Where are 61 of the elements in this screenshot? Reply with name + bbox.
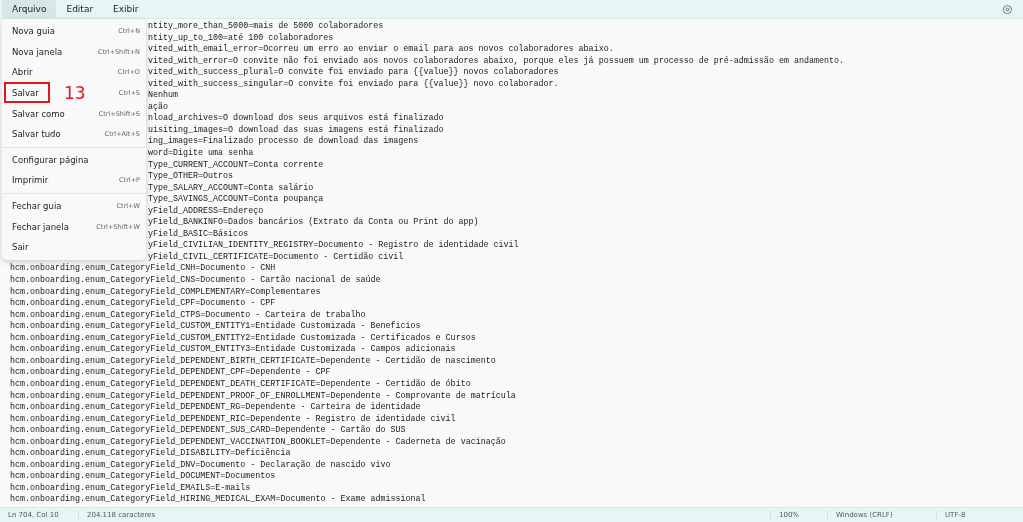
menu-item-label: Salvar (12, 88, 39, 99)
code-line: hcm.onboarding.enum_CategoryField_DEPENDENT_BIRTH_CERTIFICATE=Dependente - Certidão de nascimento (10, 355, 496, 366)
code-line: nload_archives=O download dos seus arquivos está finalizado (148, 113, 444, 124)
code-line: hcm.onboarding.enum_CategoryField_DOCUMENT=Documentos (10, 471, 276, 482)
code-line: Type_CURRENT_ACCOUNT=Conta corrente (148, 159, 324, 170)
code-line: vited_with_email_error=Ocorreu um erro ao enviar o email para aos novos colaboradores abaixo. (148, 44, 614, 55)
code-line: hcm.onboarding.enum_CategoryField_DEPENDENT_RIC=Dependente - Registro de identidade civil (10, 413, 456, 424)
code-line: ntity_more_than_5000=mais de 5000 colaboradores (148, 21, 384, 31)
code-line: hcm.onboarding.enum_CategoryField_DEPENDENT_DEATH_CERTIFICATE=Dependente - Certidão de óbito (10, 378, 471, 389)
code-line: vited_with_error=O convite não foi enviado aos novos colaboradores abaixo, porque eles já possuem um processo de pré-admissão em andamento. (148, 55, 844, 66)
code-line: hcm.onboarding.enum_CategoryField_DEPENDENT_SUS_CARD=Dependente - Cartão do SUS (10, 425, 406, 436)
code-line: hcm.onboarding.enum_CategoryField_CNS=Documento - Cartão nacional de saúde (10, 275, 381, 286)
code-line: yField_CIVIL_CERTIFICATE=Documento - Certidão civil (148, 251, 404, 262)
menu-tab[interactable]: Exibir (103, 0, 149, 18)
code-line: hcm.onboarding.enum_CategoryField_DISABILITY=Deficiência (10, 448, 291, 459)
code-line: yField_BANKINFO=Dados bancários (Extrato da Conta ou Print do app) (148, 217, 479, 228)
menu-item-label: Fechar janela (12, 221, 69, 232)
menu-item-label: Imprimir (12, 175, 49, 186)
code-line: hcm.onboarding.enum_CategoryField_CUSTOM_ENTITY2=Entidade Customizada - Certificados e Cursos (10, 332, 476, 343)
settings-icon[interactable] (1002, 3, 1013, 15)
code-line: ntity_up_to_100=até 100 colaboradores (148, 32, 334, 43)
code-line: yField_BASIC=Básicos (148, 228, 249, 239)
code-line: hcm.onboarding.enum_CategoryField_CUSTOM_ENTITY3=Entidade Customizada - Campos adicionais (10, 344, 456, 355)
code-line: yField_CIVILIAN_IDENTITY_REGISTRY=Documento - Registro de identidade civil (148, 240, 519, 251)
menu-item-label: Fechar guia (12, 201, 62, 212)
menu-item-label: Abrir (12, 67, 33, 78)
code-line: hcm.onboarding.enum_CategoryField_DNV=Documento - Declaração de nascido vivo (10, 459, 391, 470)
code-line: vited_with_success_plural=O convite foi enviado para {{value}} novos colaboradores (148, 67, 559, 78)
menu-item-label: Salvar tudo (12, 129, 61, 140)
code-line: hcm.onboarding.enum_CategoryField_DEPENDENT_CPF=Dependente - CPF (10, 367, 331, 378)
code-line: hcm.onboarding.enum_CategoryField_HIRING_MEDICAL_EXAM=Documento - Exame admissional (10, 494, 426, 505)
code-line: Type_SALARY_ACCOUNT=Conta salário (148, 182, 314, 193)
code-line: hcm.onboarding.enum_CategoryField_EMAILS=E-mails (10, 482, 251, 493)
code-line: Nenhum (148, 90, 179, 101)
code-line: hcm.onboarding.enum_CategoryField_COMPLEMENTARY=Complementares (10, 286, 321, 297)
code-line: hcm.onboarding.enum_CategoryField_CUSTOM_ENTITY1=Entidade Customizada - Beneficios (10, 321, 421, 332)
code-line: hcm.onboarding.enum_CategoryField_CTPS=Documento - Carteira de trabalho (10, 309, 366, 320)
code-line: hcm.onboarding.enum_CategoryField_CPF=Documento - CPF (10, 298, 276, 309)
code-line: vited_with_success_singular=O convite foi enviado para {{value}} novo colaborador. (148, 78, 559, 89)
code-line: Type_SAVINGS_ACCOUNT=Conta poupança (148, 194, 324, 205)
menu-item-label: Configurar página (12, 154, 89, 165)
highlight-frame (4, 81, 50, 103)
code-line: uisiting_images=O download das suas imagens está finalizado (148, 124, 444, 135)
code-line: hcm.onboarding.enum_CategoryField_DEPENDENT_VACCINATION_BOOKLET=Dependente - Caderneta de vacinação (10, 436, 506, 447)
code-line: word=Digite uma senha (148, 148, 254, 158)
menu-tab[interactable]: Editar (56, 0, 104, 18)
code-line: ação (148, 101, 169, 112)
code-line: hcm.onboarding.enum_CategoryField_DEPENDENT_PROOF_OF_ENROLLMENT=Dependente - Comprovante de matrícula (10, 390, 516, 401)
menu-item-label: Nova guia (12, 26, 55, 37)
code-line: yField_ADDRESS=Endereço (148, 205, 264, 216)
menu-item[interactable]: Sair (4, 236, 144, 258)
menu-item-label: Nova janela (12, 46, 63, 57)
code-line: hcm.onboarding.enum_CategoryField_DEPENDENT_RG=Dependente - Carteira de identidade (10, 402, 421, 413)
code-line: hcm.onboarding.enum_CategoryField_CNH=Documento - CNH (10, 263, 276, 274)
menu-item[interactable]: Configurar página (4, 149, 144, 171)
menu-item-label: Sair (12, 242, 29, 253)
menu-item-label: Salvar como (12, 108, 65, 119)
annotation-number: 13 (64, 82, 86, 104)
menu-tab[interactable]: Arquivo (2, 0, 57, 18)
code-line: ing_images=Finalizado processo de download das imagens (148, 136, 419, 147)
code-line: Type_OTHER=Outros (148, 171, 234, 182)
